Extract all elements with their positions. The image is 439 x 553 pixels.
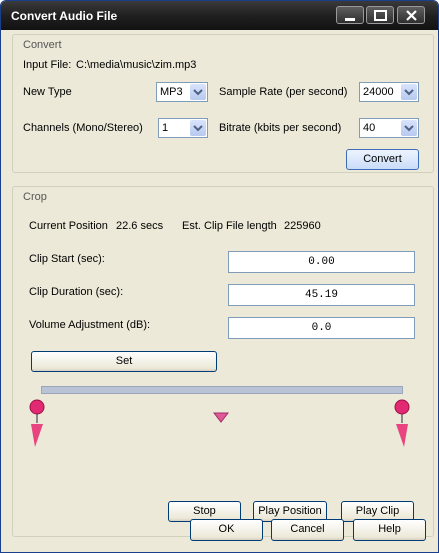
current-position-value: 22.6 secs: [116, 220, 164, 232]
clip-duration-label: Clip Duration (sec):: [29, 286, 124, 298]
chevron-down-icon: [404, 125, 414, 132]
clip-length-label: Est. Clip File length: [182, 220, 277, 232]
maximize-button[interactable]: [366, 6, 394, 24]
clip-start-label: Clip Start (sec):: [29, 253, 105, 265]
sample-rate-value: 24000: [363, 86, 394, 98]
input-file-label: Input File:: [23, 59, 72, 71]
minimize-icon: [345, 18, 355, 21]
sample-rate-dropdown-arrow[interactable]: [401, 84, 417, 100]
volume-label: Volume Adjustment (dB):: [29, 319, 151, 331]
chevron-down-icon: [193, 125, 203, 132]
dialog-client: Convert Input File: C:\media\music\zim.m…: [6, 30, 434, 547]
channels-dropdown-arrow[interactable]: [190, 120, 206, 136]
input-file-path: C:\media\music\zim.mp3: [76, 59, 197, 71]
window-title: Convert Audio File: [11, 9, 118, 23]
minimize-button[interactable]: [336, 6, 364, 24]
clip-duration-input[interactable]: 45.19: [228, 284, 415, 306]
chevron-down-icon: [193, 89, 203, 96]
sample-rate-label: Sample Rate (per second): [219, 86, 348, 98]
close-button[interactable]: [397, 6, 425, 24]
channels-label: Channels (Mono/Stereo): [23, 122, 143, 134]
channels-value: 1: [162, 122, 169, 134]
convert-group: Convert Input File: C:\media\music\zim.m…: [12, 34, 434, 173]
channels-select[interactable]: 1: [158, 118, 208, 138]
crop-group: Crop Current Position 22.6 secs Est. Cli…: [12, 186, 434, 537]
clip-start-handle[interactable]: [26, 397, 56, 455]
clip-length-value: 225960: [284, 220, 321, 232]
close-icon: [406, 10, 417, 21]
new-type-value: MP3: [160, 86, 183, 98]
bitrate-value: 40: [363, 122, 376, 134]
maximize-icon: [374, 10, 387, 21]
current-position-marker[interactable]: [213, 412, 231, 424]
help-button[interactable]: Help: [353, 519, 426, 541]
new-type-label: New Type: [23, 86, 72, 98]
convert-audio-dialog: Convert Audio File Convert Input File: C…: [0, 0, 439, 553]
crop-slider-track[interactable]: [41, 386, 403, 394]
cancel-button[interactable]: Cancel: [271, 519, 344, 541]
clip-start-input[interactable]: 0.00: [228, 251, 415, 273]
convert-button[interactable]: Convert: [346, 149, 419, 170]
bitrate-dropdown-arrow[interactable]: [401, 120, 417, 136]
set-button[interactable]: Set: [31, 351, 217, 372]
convert-group-title: Convert: [23, 39, 62, 51]
bitrate-select[interactable]: 40: [359, 118, 419, 138]
sample-rate-select[interactable]: 24000: [359, 82, 419, 102]
current-position-label: Current Position: [29, 220, 108, 232]
crop-group-title: Crop: [23, 191, 47, 203]
clip-end-handle[interactable]: [389, 397, 419, 455]
volume-input[interactable]: 0.0: [228, 317, 415, 339]
chevron-down-icon: [404, 89, 414, 96]
bitrate-label: Bitrate (kbits per second): [219, 122, 342, 134]
new-type-select[interactable]: MP3: [156, 82, 208, 102]
ok-button[interactable]: OK: [190, 519, 263, 541]
title-bar: Convert Audio File: [1, 1, 438, 30]
new-type-dropdown-arrow[interactable]: [190, 84, 206, 100]
